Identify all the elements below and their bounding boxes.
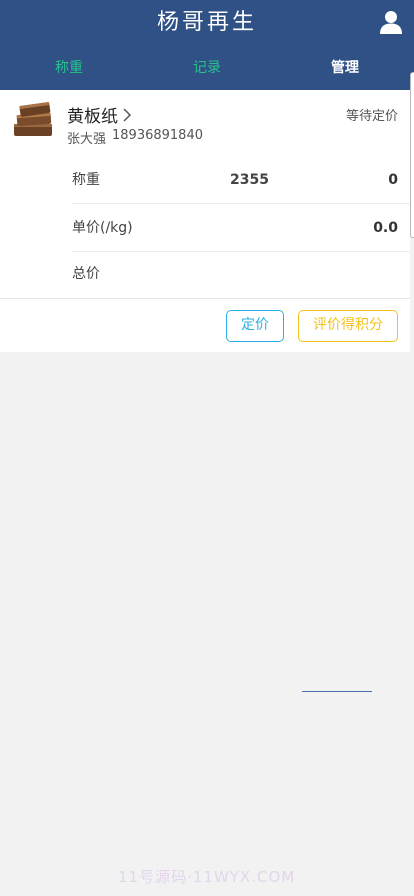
weight-row: 称重 2355 0 xyxy=(72,156,410,204)
chevron-right-icon xyxy=(123,107,132,122)
status-badge: 等待定价 xyxy=(345,109,398,124)
weight-value: 2355 xyxy=(230,172,269,188)
unit-price-label: 单价(/kg) xyxy=(72,220,133,236)
tab-records[interactable]: 记录 xyxy=(138,52,276,84)
app-title: 杨哥再生 xyxy=(156,10,257,35)
customer-info: 张大强 18936891840 xyxy=(67,128,203,147)
item-name: 黄板纸 xyxy=(67,107,118,127)
card-divider xyxy=(0,298,410,299)
user-icon[interactable] xyxy=(380,10,402,34)
item-name-link[interactable]: 黄板纸 xyxy=(67,102,132,127)
set-price-button[interactable]: 定价 xyxy=(226,310,284,342)
app-header: 杨哥再生 称重 记录 管理 xyxy=(0,0,414,90)
tab-bar: 称重 记录 管理 xyxy=(0,52,414,84)
watermark-text: 11号源码·11WYX.COM xyxy=(118,868,296,886)
total-price-label: 总价 xyxy=(72,266,100,282)
tab-weigh[interactable]: 称重 xyxy=(0,52,138,84)
unit-price-row: 单价(/kg) 0.0 xyxy=(72,204,410,252)
rate-points-button[interactable]: 评价得积分 xyxy=(298,310,398,342)
customer-phone: 18936891840 xyxy=(112,128,203,143)
divider-line xyxy=(302,691,372,692)
unit-price-value: 0.0 xyxy=(373,220,398,236)
cardboard-stack-icon xyxy=(14,101,52,136)
total-price-row: 总价 xyxy=(72,250,410,298)
weight-label: 称重 xyxy=(72,172,100,188)
customer-name: 张大强 xyxy=(67,132,107,147)
scrollbar[interactable] xyxy=(410,72,414,238)
weight-right-value: 0 xyxy=(388,172,398,188)
order-card: 黄板纸 等待定价 张大强 18936891840 称重 2355 0 单价(/k… xyxy=(0,90,410,352)
tab-manage[interactable]: 管理 xyxy=(276,52,414,84)
